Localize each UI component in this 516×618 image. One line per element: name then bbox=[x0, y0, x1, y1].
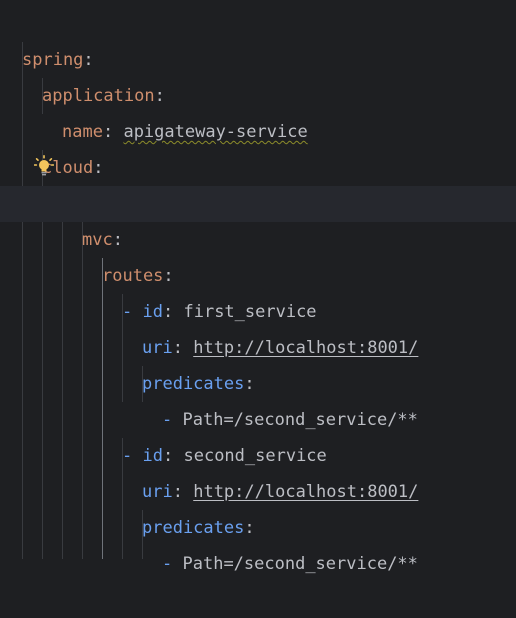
code-line[interactable]: - id: first_service bbox=[0, 258, 516, 322]
lightbulb-icon[interactable] bbox=[33, 155, 55, 177]
code-line[interactable]: uri: http://localhost:8001/ bbox=[0, 294, 516, 358]
code-line[interactable]: predicates: bbox=[0, 474, 516, 538]
code-line[interactable]: - Path=/second_service/** bbox=[0, 510, 516, 574]
yaml-dash: - bbox=[162, 554, 173, 574]
yaml-value: Path=/second_service/** bbox=[182, 554, 418, 574]
code-line[interactable]: predicates: bbox=[0, 330, 516, 394]
code-line[interactable]: gateway: bbox=[0, 150, 516, 214]
code-line[interactable]: uri: http://localhost:8001/ bbox=[0, 438, 516, 502]
code-line[interactable]: - Path=/second_service/** bbox=[0, 366, 516, 430]
code-line[interactable]: routes: bbox=[0, 222, 516, 286]
code-line[interactable]: application: bbox=[0, 42, 516, 106]
code-line[interactable]: spring: bbox=[0, 6, 516, 70]
code-line-current[interactable]: mvc: bbox=[0, 186, 516, 250]
code-editor[interactable]: spring: application: name: apigateway-se… bbox=[0, 0, 516, 574]
code-line[interactable]: name: apigateway-service bbox=[0, 78, 516, 142]
code-line[interactable]: - id: second_service bbox=[0, 402, 516, 466]
code-line[interactable]: cloud: bbox=[0, 114, 516, 178]
